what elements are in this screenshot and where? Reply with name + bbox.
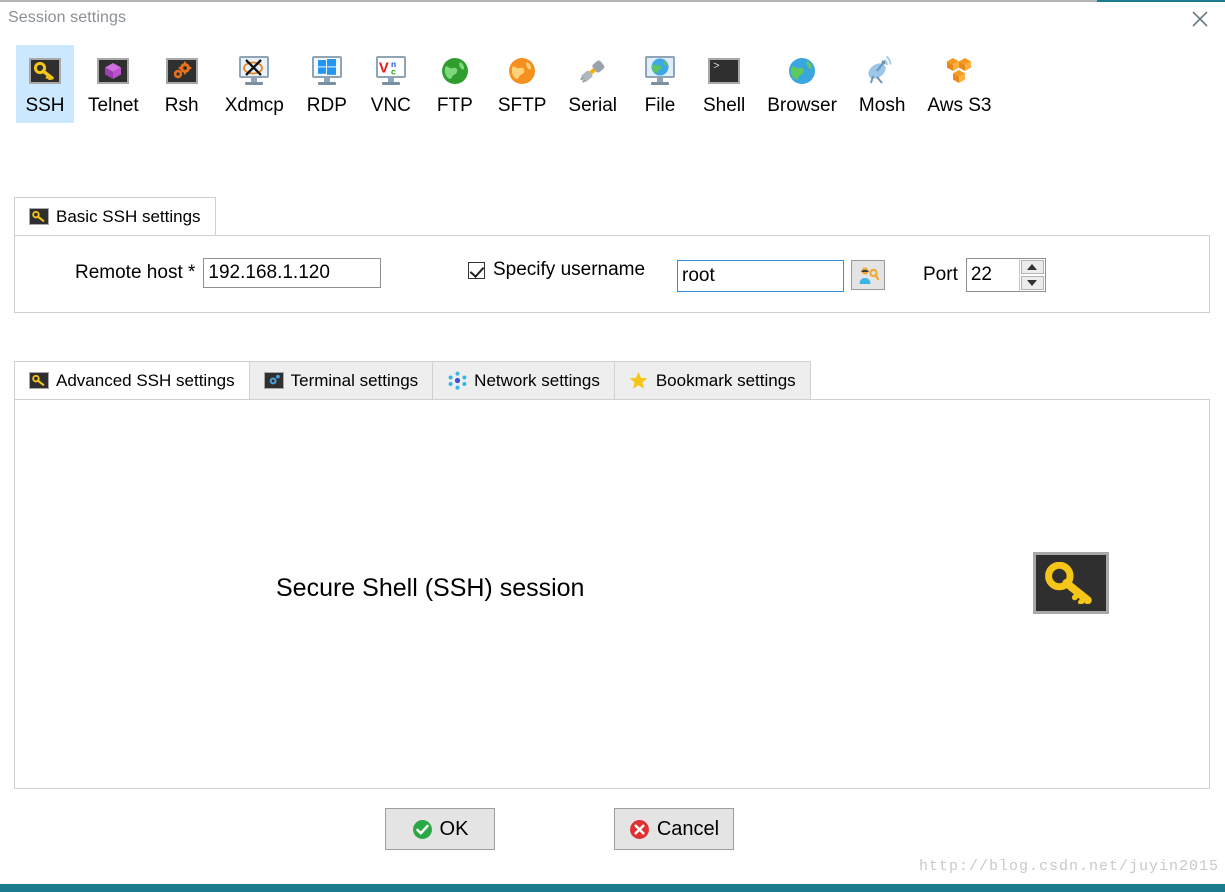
protocol-label: Shell [702, 95, 746, 116]
port-label: Port [923, 264, 958, 285]
username-input[interactable] [677, 260, 844, 292]
sftp-orange-globe-icon [503, 55, 541, 87]
vnc-monitor-icon: V n c [372, 55, 410, 87]
telnet-cube-icon [94, 55, 132, 87]
port-stepper[interactable] [965, 258, 1046, 292]
basic-settings-panel: Remote host * Specify username Port [14, 235, 1210, 313]
watermark: http://blog.csdn.net/juyin2015 [918, 858, 1219, 875]
tab-bookmark-settings[interactable]: Bookmark settings [613, 361, 811, 399]
protocol-label: SSH [25, 95, 65, 116]
check-circle-icon [412, 819, 433, 840]
protocol-item-xdmcp[interactable]: Xdmcp [217, 45, 292, 123]
tab-network-settings[interactable]: Network settings [432, 361, 615, 399]
tab-label: Advanced SSH settings [56, 370, 235, 390]
title-bar: Session settings [0, 0, 1225, 33]
protocol-item-ftp[interactable]: FTP [426, 45, 484, 123]
gear-icon [263, 372, 284, 389]
protocol-label: Serial [568, 95, 617, 116]
key-icon [29, 208, 49, 225]
bottom-accent-bar [0, 884, 1225, 892]
tab-label: Basic SSH settings [56, 206, 201, 226]
protocol-item-telnet[interactable]: Telnet [80, 45, 147, 123]
session-settings-dialog: Session settings SSH Telnet Rsh Xdmcp RD… [0, 0, 1225, 892]
session-description: Secure Shell (SSH) session [276, 574, 585, 602]
protocol-label: VNC [370, 95, 411, 116]
network-dots-icon [447, 371, 467, 390]
protocol-item-sftp[interactable]: SFTP [490, 45, 555, 123]
protocol-label: SFTP [497, 95, 547, 116]
settings-tabstrip: Advanced SSH settings Terminal settings [14, 361, 811, 399]
protocol-item-ssh[interactable]: SSH [16, 45, 74, 123]
cancel-button[interactable]: Cancel [614, 808, 734, 850]
tab-basic-ssh-settings[interactable]: Basic SSH settings [14, 197, 216, 235]
protocol-item-aws-s3[interactable]: Aws S3 [919, 45, 999, 123]
ftp-green-globe-icon [436, 55, 474, 87]
close-icon[interactable] [1183, 5, 1217, 33]
window-title: Session settings [8, 9, 127, 26]
rsh-gears-icon [163, 55, 201, 87]
ok-button[interactable]: OK [385, 808, 495, 850]
serial-plug-icon [574, 55, 612, 87]
aws-s3-cubes-icon [940, 55, 978, 87]
svg-text:V: V [379, 60, 389, 76]
ssh-key-icon [26, 55, 64, 87]
shell-terminal-icon: > [705, 55, 743, 87]
port-input[interactable] [966, 259, 1019, 291]
tab-advanced-ssh-settings[interactable]: Advanced SSH settings [14, 361, 250, 399]
xdmcp-monitor-icon [235, 55, 273, 87]
x-circle-icon [629, 819, 650, 840]
protocol-item-rdp[interactable]: RDP [298, 45, 356, 123]
basic-settings-tabstrip: Basic SSH settings [14, 197, 216, 235]
cancel-button-label: Cancel [656, 817, 720, 840]
protocol-label: Rsh [164, 95, 199, 116]
specify-username-label: Specify username [493, 259, 646, 280]
protocol-item-serial[interactable]: Serial [560, 45, 625, 123]
tab-label: Network settings [474, 370, 600, 390]
protocol-label: Mosh [858, 95, 906, 116]
mosh-satellite-icon [863, 55, 901, 87]
key-icon [29, 372, 49, 389]
protocol-label: Browser [767, 95, 837, 116]
protocol-label: Aws S3 [927, 95, 992, 116]
protocol-label: Xdmcp [224, 95, 284, 116]
port-increment-button[interactable] [1020, 260, 1044, 274]
browser-globe-icon [783, 55, 821, 87]
user-key-icon[interactable] [851, 260, 885, 290]
protocol-label: Telnet [88, 95, 139, 116]
port-decrement-button[interactable] [1020, 276, 1044, 290]
protocol-label: File [644, 95, 676, 116]
tab-terminal-settings[interactable]: Terminal settings [248, 361, 434, 399]
rdp-windows-monitor-icon [308, 55, 346, 87]
protocol-item-rsh[interactable]: Rsh [153, 45, 211, 123]
ssh-key-icon [1033, 552, 1109, 614]
tab-label: Terminal settings [290, 370, 419, 390]
remote-host-input[interactable] [203, 258, 382, 288]
protocol-label: RDP [306, 95, 347, 116]
protocol-item-vnc[interactable]: V n c VNC [362, 45, 420, 123]
protocol-item-file[interactable]: File [631, 45, 689, 123]
protocol-toolbar: SSH Telnet Rsh Xdmcp RDP V n c VNC FTP S… [0, 45, 1225, 155]
protocol-label: FTP [436, 95, 473, 116]
protocol-item-shell[interactable]: > Shell [695, 45, 753, 123]
protocol-item-browser[interactable]: Browser [759, 45, 845, 123]
star-icon [629, 371, 649, 389]
svg-text:c: c [391, 66, 396, 76]
tab-label: Bookmark settings [655, 370, 796, 390]
ok-button-label: OK [439, 817, 469, 840]
specify-username-checkbox[interactable] [468, 261, 485, 279]
title-accent-line [1097, 0, 1225, 2]
settings-content-panel: Secure Shell (SSH) session [14, 399, 1210, 789]
protocol-item-mosh[interactable]: Mosh [851, 45, 913, 123]
file-monitor-globe-icon [641, 55, 679, 87]
remote-host-label: Remote host * [75, 262, 196, 283]
